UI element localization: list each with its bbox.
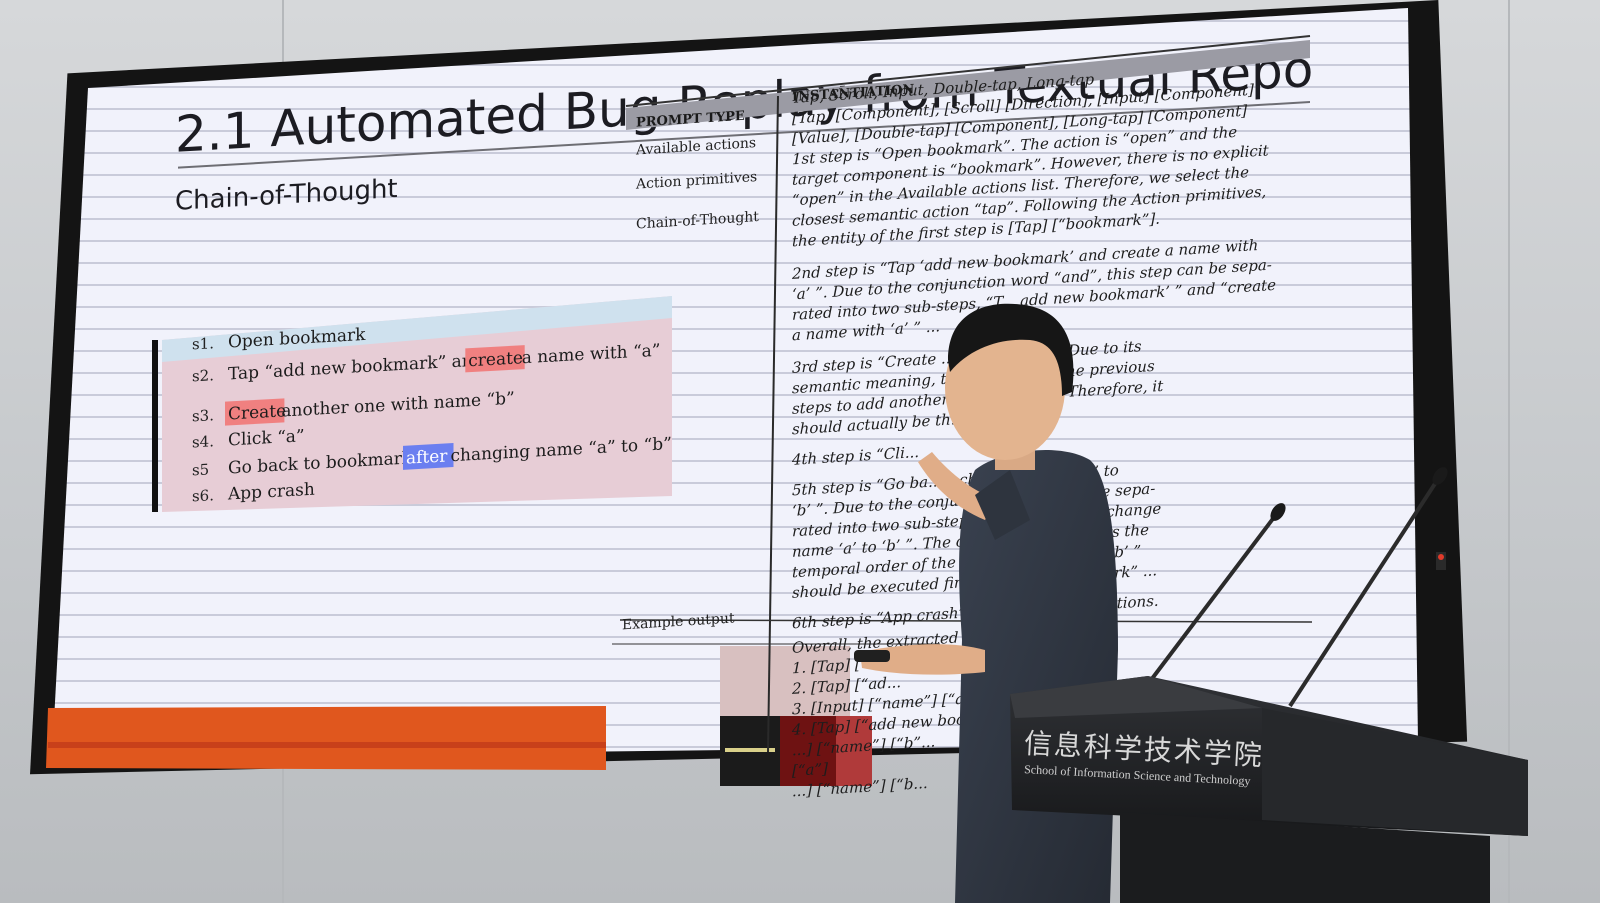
step-number: s1. bbox=[192, 334, 214, 353]
step-text: Click “a” bbox=[228, 426, 305, 450]
step-number: s3. bbox=[192, 406, 214, 425]
orange-bar bbox=[46, 706, 606, 770]
table-line: [“a”] bbox=[792, 760, 828, 780]
step-number: s4. bbox=[192, 432, 214, 451]
step-text: after bbox=[406, 446, 448, 468]
projection-scene: 2.1 Automated Bug Replay from Textual Re… bbox=[46, 8, 1528, 903]
step-number: s6. bbox=[192, 486, 214, 505]
step-number: s5 bbox=[192, 461, 209, 480]
step-number: s2. bbox=[192, 366, 214, 385]
step-text: create bbox=[468, 348, 523, 371]
step-text: Create bbox=[228, 401, 286, 424]
